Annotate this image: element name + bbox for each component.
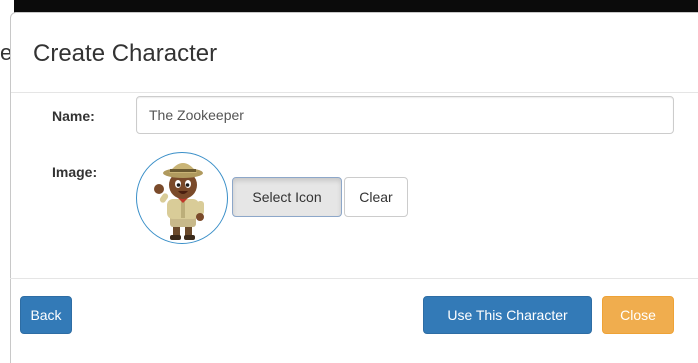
back-button[interactable]: Back <box>20 296 72 334</box>
zookeeper-character-icon <box>154 163 204 240</box>
modal-footer <box>10 278 698 360</box>
close-button[interactable]: Close <box>602 296 674 334</box>
modal-title: Create Character <box>33 40 218 67</box>
image-label: Image: <box>52 164 98 180</box>
name-input[interactable] <box>136 96 674 134</box>
clear-button[interactable]: Clear <box>344 177 408 217</box>
character-avatar <box>136 152 228 244</box>
select-icon-button[interactable]: Select Icon <box>232 177 342 217</box>
use-this-character-button[interactable]: Use This Character <box>423 296 592 334</box>
name-label: Name: <box>52 108 95 124</box>
